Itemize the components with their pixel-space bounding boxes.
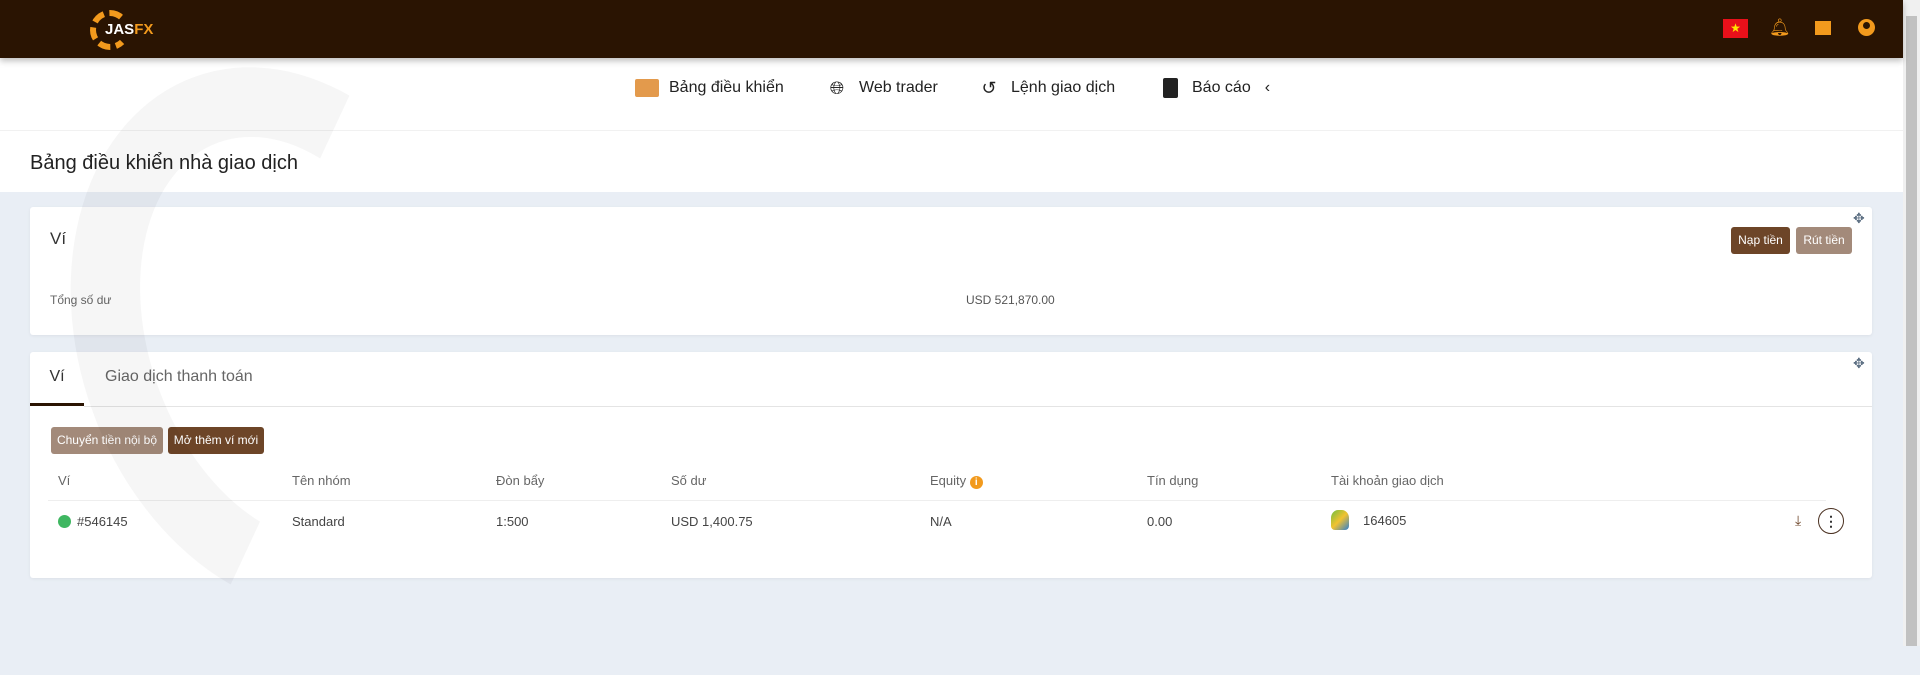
leverage-cell: 1:500 [496,514,529,529]
chat-icon[interactable] [1813,18,1833,38]
wallet-summary-card: Ví ✥ Nạp tiền Rút tiền Tổng số dư USD 52… [30,207,1872,335]
top-header: JASFX ★ 🔔︎ [0,0,1903,58]
logo-text-accent: FX [134,21,154,38]
trading-account-number: 164605 [1363,512,1407,528]
nav-dashboard[interactable]: Bảng điều khiển [635,76,784,100]
page-scrollbar[interactable] [1903,0,1920,646]
total-balance-value: USD 521,870.00 [966,293,1055,307]
col-leverage: Đòn bẩy [496,473,545,488]
nav-label: Web trader [859,79,938,96]
bell-icon[interactable]: 🔔︎ [1769,18,1791,38]
tab-wallets[interactable]: Ví [30,352,84,406]
col-group: Tên nhóm [292,473,351,488]
history-icon: ↺ [981,77,997,98]
equity-cell: N/A [930,514,952,529]
col-equity-label: Equity [930,473,967,488]
group-cell: Standard [292,514,345,529]
chevron-left-icon: ‹ [1264,79,1271,96]
balance-cell: USD 1,400.75 [671,514,753,529]
report-icon [1158,77,1182,99]
move-handle-icon[interactable]: ✥ [1853,210,1865,227]
tab-divider [84,406,1872,407]
trading-account-cell[interactable]: 164605 [1331,510,1406,530]
main-nav [0,58,1903,130]
credit-cell: 0.00 [1147,514,1173,529]
globe-icon: 🌐︎ [829,77,845,98]
col-wallet: Ví [58,473,71,488]
table-row[interactable]: #546145 [58,514,128,529]
download-icon[interactable]: ⤓ [1795,512,1801,529]
total-balance-label: Tổng số dư [50,293,112,307]
internal-transfer-button[interactable]: Chuyển tiền nội bộ [51,427,163,454]
id-card-icon [635,77,659,99]
card-title: Ví [50,229,67,248]
col-trading-account: Tài khoản giao dịch [1331,473,1444,488]
vietnam-flag-icon[interactable]: ★ [1723,19,1748,38]
info-icon[interactable]: i [969,476,983,489]
nav-label: Báo cáo [1192,79,1251,96]
nav-label: Bảng điều khiển [669,79,784,96]
nav-web-trader[interactable]: 🌐︎ Web trader [825,76,938,100]
move-handle-icon[interactable]: ✥ [1853,355,1865,372]
nav-reports[interactable]: Báo cáo ‹ [1158,76,1270,100]
more-options-icon[interactable]: ⋮ [1818,508,1844,534]
withdraw-button[interactable]: Rút tiền [1796,227,1852,254]
tab-payment-transactions[interactable]: Giao dịch thanh toán [105,352,253,406]
jasfx-logo[interactable]: JASFX [90,10,170,50]
page-title: Bảng điều khiển nhà giao dịch [30,152,298,174]
col-balance: Số dư [671,473,707,488]
logo-text: JAS [105,21,135,38]
user-icon[interactable] [1856,18,1876,38]
scrollbar-thumb[interactable] [1906,16,1917,646]
page-title-bar: Bảng điều khiển nhà giao dịch [0,130,1903,192]
status-dot-icon [58,515,71,528]
nav-label: Lệnh giao dịch [1011,79,1116,96]
row-divider [48,500,1826,501]
col-credit: Tín dụng [1147,473,1199,488]
open-new-wallet-button[interactable]: Mở thêm ví mới [168,427,264,454]
col-equity: Equity i [930,473,983,489]
nav-orders[interactable]: ↺ Lệnh giao dịch [977,76,1115,100]
deposit-button[interactable]: Nạp tiền [1731,227,1790,254]
wallet-id: #546145 [77,514,128,529]
wallets-card: ✥ Ví Giao dịch thanh toán Chuyển tiền nộ… [30,352,1872,578]
metatrader-icon [1331,510,1349,530]
